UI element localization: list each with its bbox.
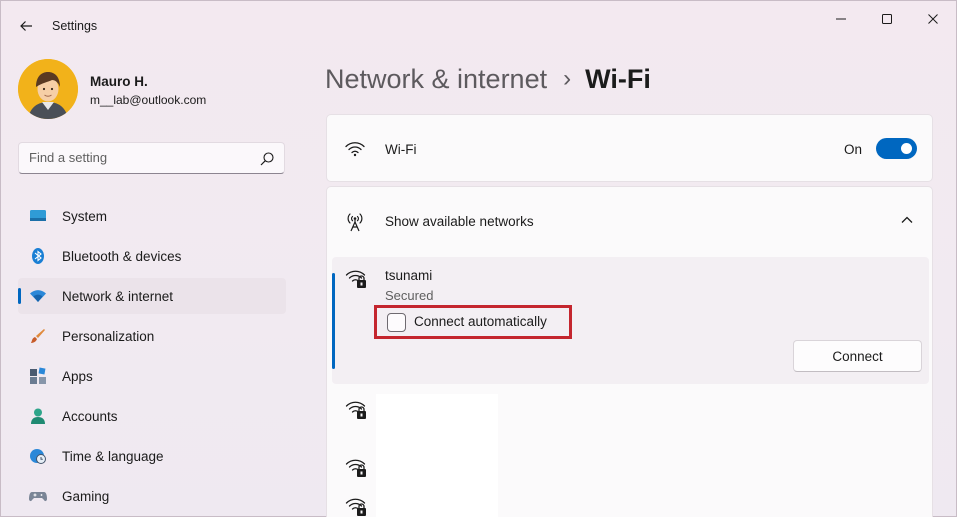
sidebar-item-label: Personalization	[62, 329, 155, 344]
app-title: Settings	[52, 19, 98, 33]
sidebar-item-label: Accounts	[62, 409, 118, 424]
show-networks-label: Show available networks	[385, 214, 534, 229]
secured-wifi-icon[interactable]	[345, 495, 367, 517]
selection-indicator	[18, 288, 21, 304]
minimize-icon	[836, 18, 846, 20]
wifi-label: Wi-Fi	[385, 142, 417, 157]
breadcrumb-separator: ›	[563, 65, 572, 92]
sidebar-item-label: Time & language	[62, 449, 164, 464]
secured-wifi-icon[interactable]	[345, 456, 367, 478]
secured-wifi-icon	[345, 270, 366, 288]
page-title: Wi-Fi	[585, 63, 651, 94]
system-icon	[30, 210, 46, 221]
back-arrow-icon	[20, 21, 32, 31]
close-icon	[928, 14, 938, 24]
sidebar-item-apps[interactable]: Apps	[18, 358, 286, 394]
globe-clock-icon	[30, 449, 46, 464]
maximize-button[interactable]	[864, 5, 910, 33]
user-email: m__lab@outlook.com	[90, 93, 207, 107]
sidebar-item-bluetooth[interactable]: Bluetooth & devices	[18, 238, 286, 274]
settings-window: Settings Mauro H. m__lab@outlook.com Fin…	[0, 0, 957, 517]
sidebar-item-system[interactable]: System	[18, 198, 286, 234]
connect-button[interactable]: Connect	[793, 340, 922, 372]
title-bar: Settings	[1, 1, 957, 51]
network-name: tsunami	[385, 268, 433, 283]
network-status: Secured	[385, 288, 434, 303]
close-button[interactable]	[910, 5, 956, 33]
breadcrumb-parent-link[interactable]: Network & internet	[325, 64, 547, 95]
apps-icon	[30, 367, 46, 384]
wifi-toggle[interactable]	[876, 138, 917, 159]
user-avatar-icon	[18, 59, 78, 119]
gamepad-icon	[29, 492, 47, 502]
accounts-icon	[31, 408, 45, 424]
connect-automatically-checkbox[interactable]: Connect automatically	[374, 305, 572, 339]
sidebar-item-accounts[interactable]: Accounts	[18, 398, 286, 434]
wifi-icon	[345, 142, 365, 157]
sidebar-item-label: System	[62, 209, 108, 224]
secured-wifi-icon[interactable]	[345, 398, 367, 420]
sidebar-item-label: Bluetooth & devices	[62, 249, 182, 264]
user-name: Mauro H.	[90, 74, 148, 89]
avatar[interactable]	[18, 59, 78, 119]
wifi-toggle-card: Wi-Fi On	[326, 114, 933, 182]
checkbox-box[interactable]	[387, 313, 406, 332]
toggle-knob	[901, 143, 912, 154]
search-input[interactable]	[29, 150, 249, 165]
bluetooth-icon	[32, 248, 44, 264]
network-item-selected[interactable]: tsunami Secured Connect automatically Co…	[332, 257, 929, 384]
available-networks-card: Show available networks tsunami Secured …	[326, 186, 933, 517]
redacted-network-names	[376, 394, 498, 517]
chevron-up-icon[interactable]	[900, 213, 914, 227]
search-icon[interactable]	[259, 151, 275, 167]
sidebar-item-network[interactable]: Network & internet	[18, 278, 286, 314]
sidebar-item-label: Gaming	[62, 489, 110, 504]
wifi-state-label: On	[844, 142, 863, 157]
sidebar-item-label: Network & internet	[62, 289, 174, 304]
sidebar-item-gaming[interactable]: Gaming	[18, 478, 286, 514]
minimize-button[interactable]	[818, 5, 864, 33]
sidebar-item-label: Apps	[62, 369, 93, 384]
back-button[interactable]	[13, 13, 39, 39]
selection-indicator	[332, 273, 335, 369]
antenna-icon	[347, 213, 363, 232]
sidebar-item-time-language[interactable]: Time & language	[18, 438, 286, 474]
breadcrumb: Network & internet › Wi-Fi	[325, 59, 651, 99]
brush-icon	[31, 329, 45, 343]
network-icon	[30, 290, 46, 302]
search-box[interactable]	[18, 142, 285, 174]
checkbox-label: Connect automatically	[414, 314, 547, 329]
sidebar-item-personalization[interactable]: Personalization	[18, 318, 286, 354]
maximize-icon	[882, 14, 892, 24]
